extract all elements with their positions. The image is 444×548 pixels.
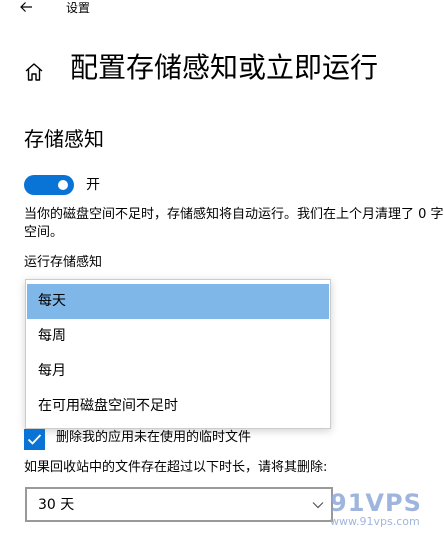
page-title: 配置存储感知或立即运行 bbox=[70, 51, 379, 84]
watermark-url: www.91vps.com bbox=[330, 515, 420, 528]
home-icon[interactable] bbox=[22, 60, 46, 84]
watermark-logo: 91VPS bbox=[330, 489, 422, 517]
section-title: 存储感知 bbox=[24, 127, 104, 151]
option-weekly[interactable]: 每周 bbox=[27, 319, 329, 354]
back-arrow-icon bbox=[20, 2, 32, 12]
checkmark-icon bbox=[27, 434, 42, 445]
chevron-down-icon bbox=[312, 502, 324, 509]
delete-temp-files-checkbox[interactable] bbox=[24, 429, 45, 450]
recycle-bin-label: 如果回收站中的文件存在超过以下时长，请将其删除: bbox=[24, 460, 328, 475]
storage-sense-description: 当你的磁盘空间不足时，存储感知将自动运行。我们在上个月清理了 0 字节 空间。 bbox=[24, 207, 444, 240]
recycle-bin-duration-select[interactable]: 30 天 bbox=[25, 487, 333, 522]
delete-temp-files-label: 删除我的应用未在使用的临时文件 bbox=[56, 430, 252, 445]
option-daily[interactable]: 每天 bbox=[27, 284, 329, 319]
toggle-knob bbox=[58, 180, 68, 190]
run-storage-sense-label: 运行存储感知 bbox=[24, 255, 103, 270]
option-low-disk-space[interactable]: 在可用磁盘空间不足时 bbox=[27, 389, 329, 424]
option-monthly[interactable]: 每月 bbox=[27, 354, 329, 389]
recycle-bin-duration-value: 30 天 bbox=[38, 497, 75, 513]
back-button[interactable] bbox=[12, 0, 40, 18]
storage-sense-toggle[interactable] bbox=[24, 175, 74, 195]
window-title: 设置 bbox=[66, 1, 91, 15]
toggle-state-label: 开 bbox=[86, 177, 100, 193]
run-frequency-dropdown-list: 每天 每周 每月 在可用磁盘空间不足时 bbox=[25, 279, 331, 429]
